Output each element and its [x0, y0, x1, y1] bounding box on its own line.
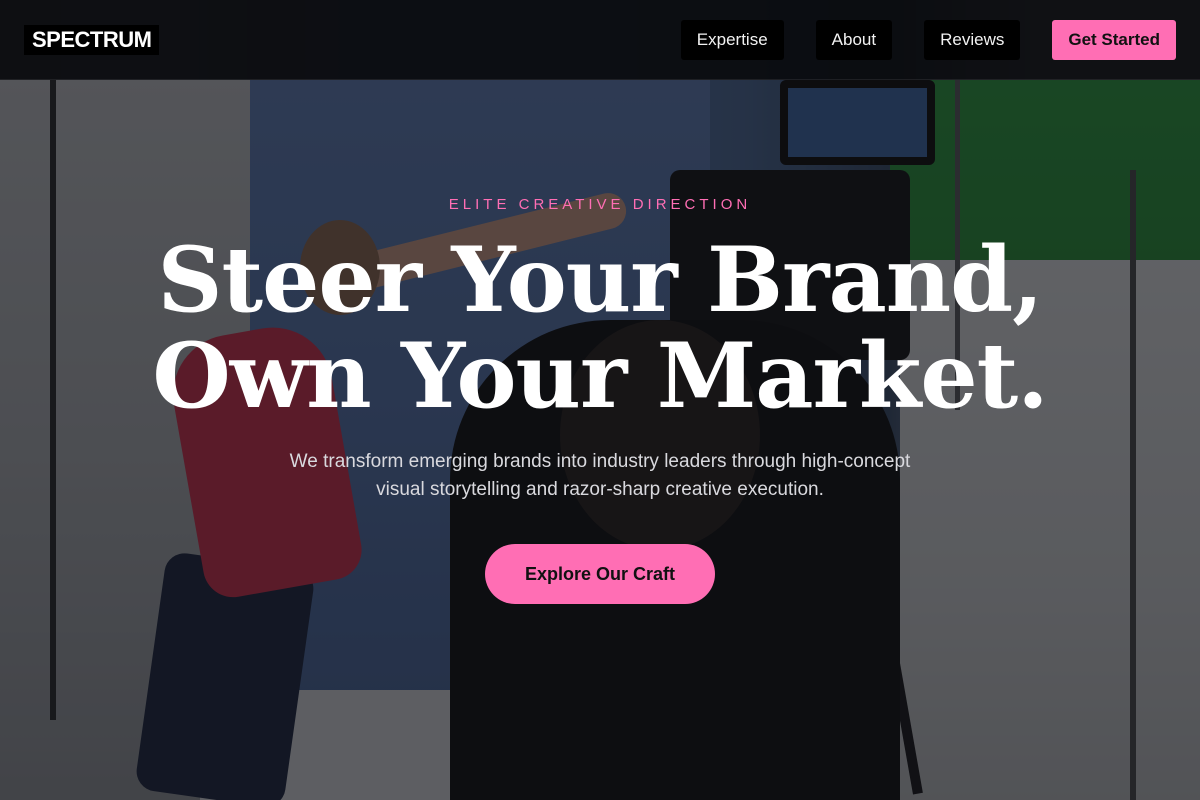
nav-link-expertise[interactable]: Expertise — [680, 19, 784, 60]
brand-logo[interactable]: SPECTRUM — [24, 24, 160, 55]
explore-craft-button[interactable]: Explore Our Craft — [485, 544, 715, 604]
hero-eyebrow: ELITE CREATIVE DIRECTION — [448, 196, 752, 213]
nav-link-about[interactable]: About — [815, 19, 893, 60]
nav-links: Expertise About Reviews Get Started — [680, 19, 1176, 60]
hero-subtext: We transform emerging brands into indust… — [289, 451, 911, 500]
get-started-button[interactable]: Get Started — [1052, 19, 1176, 60]
hero-section: SPECTRUM Expertise About Reviews Get Sta… — [0, 0, 1200, 800]
hero-headline-line-2: Own Your Market. — [152, 323, 1048, 429]
hero-headline-line-1: Steer Your Brand, — [157, 227, 1044, 333]
hero-headline: Steer Your Brand, Own Your Market. — [0, 232, 1200, 424]
nav-link-reviews[interactable]: Reviews — [924, 19, 1021, 60]
hero-content: ELITE CREATIVE DIRECTION Steer Your Bran… — [0, 0, 1200, 800]
top-navigation: SPECTRUM Expertise About Reviews Get Sta… — [0, 0, 1200, 80]
